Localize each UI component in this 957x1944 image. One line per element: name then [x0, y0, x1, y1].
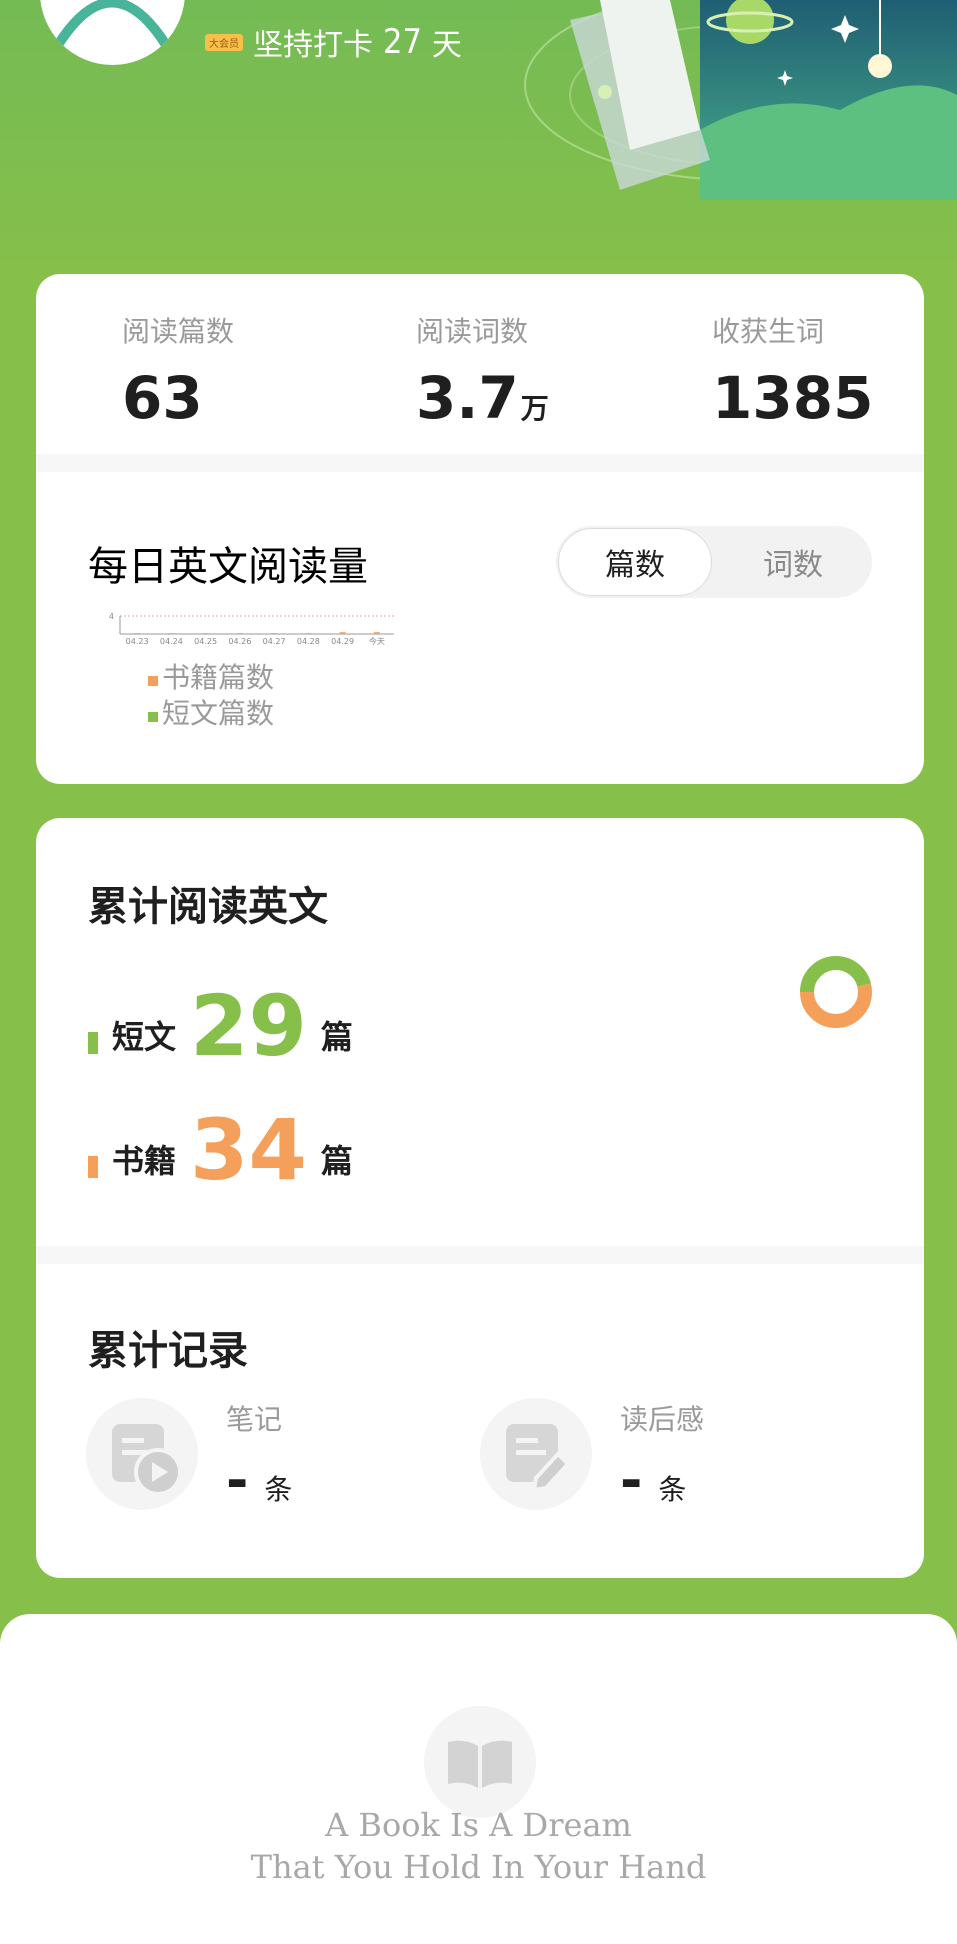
stat-articles[interactable]: 阅读篇数 63	[122, 310, 322, 432]
cumulative-row-books: 书籍 34 篇	[88, 1092, 353, 1192]
stat-new-words[interactable]: 收获生词 1385	[712, 310, 912, 432]
note-play-icon	[86, 1398, 198, 1510]
stat-value: 3.7	[416, 364, 519, 432]
record-notes[interactable]: 笔记 - 条	[86, 1398, 446, 1528]
footer-panel: A Book Is A Dream That You Hold In Your …	[0, 1614, 957, 1944]
tab-words[interactable]: 词数	[716, 528, 870, 596]
daily-title: 每日英文阅读量	[88, 544, 368, 590]
record-value: -	[620, 1449, 643, 1512]
record-reviews[interactable]: 读后感 - 条	[480, 1398, 880, 1528]
header-banner: 大会员 坚持打卡 27 天	[0, 0, 957, 270]
book-space-illustration	[524, 0, 957, 200]
tab-label: 词数	[763, 548, 823, 583]
stat-label: 阅读篇数	[122, 315, 235, 348]
daily-reading-chart: 4 04.23 04.24 04.25 04.26 04.27 04.28 04.29 今天	[109, 612, 394, 646]
chart-bar	[236, 633, 243, 634]
chart-x-tick-label: 04.23	[126, 637, 149, 646]
legend-label: 书籍篇数	[162, 661, 275, 694]
legend-label: 短文篇数	[162, 697, 275, 730]
legend-swatch-books	[148, 676, 158, 686]
chart-x-tick-label: 今天	[369, 636, 385, 646]
chart-x-tick-label: 04.28	[297, 637, 320, 646]
quote-line2: That You Hold In Your Hand	[250, 1848, 707, 1886]
chart-bar	[134, 633, 141, 634]
legend-item-articles: 短文篇数	[148, 694, 274, 730]
quote-line1: A Book Is A Dream	[325, 1806, 632, 1844]
daily-tab-toggle: 篇数 词数	[556, 526, 872, 598]
row-value: 29	[190, 977, 307, 1075]
cumulative-row-articles: 短文 29 篇	[88, 968, 353, 1068]
stat-unit: 万	[520, 392, 549, 425]
stat-value: 1385	[712, 364, 874, 432]
record-unit: 条	[658, 1473, 687, 1506]
cumulative-donut-chart	[800, 956, 872, 1028]
open-book-icon	[424, 1706, 536, 1818]
stat-label: 阅读词数	[416, 315, 529, 348]
chart-bar	[305, 633, 312, 634]
tab-label: 篇数	[605, 548, 665, 583]
divider	[36, 454, 924, 472]
vip-badge: 大会员	[205, 33, 243, 51]
chart-x-tick-label: 04.24	[160, 637, 183, 646]
stat-words[interactable]: 阅读词数 3.7万	[416, 310, 636, 432]
chart-x-tick-label: 04.26	[228, 637, 251, 646]
note-edit-icon	[480, 1398, 592, 1510]
row-unit: 篇	[320, 1018, 353, 1056]
row-marker	[88, 1156, 98, 1178]
row-value: 34	[190, 1101, 307, 1199]
stats-row: 阅读篇数 63 阅读词数 3.7万 收获生词 1385	[36, 310, 924, 432]
user-avatar-icon	[53, 0, 171, 48]
streak-row: 大会员 坚持打卡 27 天	[205, 20, 462, 64]
records-title: 累计记录	[88, 1328, 248, 1374]
chart-x-tick-label: 04.29	[331, 637, 354, 646]
chart-bar	[339, 632, 346, 634]
record-label: 读后感	[620, 1403, 705, 1436]
streak-days: 27	[383, 22, 422, 62]
stat-value: 63	[122, 364, 203, 432]
streak-prefix: 坚持打卡	[253, 28, 373, 63]
row-unit: 篇	[320, 1142, 353, 1180]
tab-articles[interactable]: 篇数	[558, 528, 712, 596]
chart-x-tick-label: 04.27	[263, 637, 286, 646]
row-marker	[88, 1032, 98, 1054]
stat-label: 收获生词	[712, 315, 825, 348]
chart-bar	[202, 633, 209, 634]
record-label: 笔记	[226, 1403, 283, 1436]
legend-swatch-articles	[148, 712, 158, 722]
row-label: 书籍	[112, 1142, 177, 1180]
divider	[36, 1246, 924, 1264]
row-label: 短文	[112, 1018, 177, 1056]
chart-legend: 书籍篇数 短文篇数	[148, 658, 274, 730]
chart-bar	[373, 632, 380, 634]
chart-y-tick-label: 4	[109, 612, 114, 621]
cumulative-title: 累计阅读英文	[88, 884, 328, 930]
chart-bar	[168, 633, 175, 634]
streak-suffix: 天	[431, 28, 462, 63]
chart-bar	[271, 633, 278, 634]
record-value-row: - 条	[226, 1454, 292, 1508]
legend-item-books: 书籍篇数	[148, 658, 274, 694]
avatar[interactable]	[40, 0, 185, 65]
chart-x-tick-label: 04.25	[194, 637, 217, 646]
cumulative-card: 累计阅读英文 短文 29 篇 书籍 34 篇 累计记录 笔记 - 条 读后感 -…	[36, 818, 924, 1578]
record-value: -	[226, 1449, 249, 1512]
stats-card: 阅读篇数 63 阅读词数 3.7万 收获生词 1385 每日英文阅读量 篇数 词…	[36, 274, 924, 784]
record-value-row: - 条	[620, 1454, 686, 1508]
record-unit: 条	[264, 1473, 293, 1506]
